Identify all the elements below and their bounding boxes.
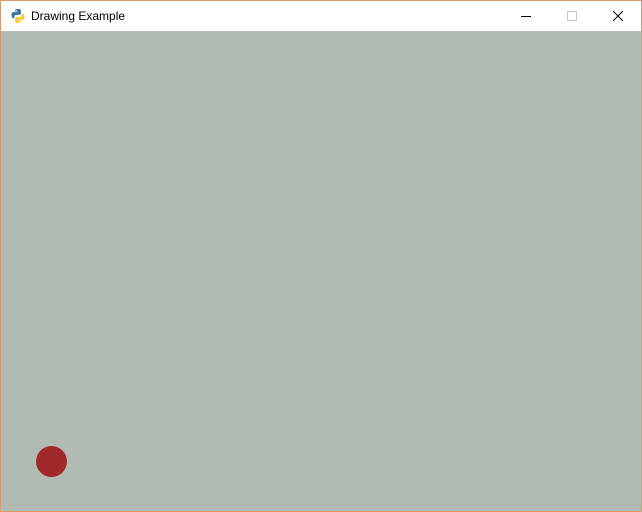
app-window: Drawing Example	[0, 0, 642, 512]
close-button[interactable]	[595, 1, 641, 31]
maximize-button[interactable]	[549, 1, 595, 31]
python-icon[interactable]	[10, 8, 26, 24]
window-title: Drawing Example	[31, 9, 126, 23]
minimize-icon	[521, 16, 531, 17]
maximize-icon	[567, 11, 577, 21]
close-icon	[613, 11, 623, 21]
drawing-canvas[interactable]	[1, 31, 641, 511]
red-ball	[36, 446, 67, 477]
title-bar[interactable]: Drawing Example	[1, 1, 641, 31]
minimize-button[interactable]	[503, 1, 549, 31]
